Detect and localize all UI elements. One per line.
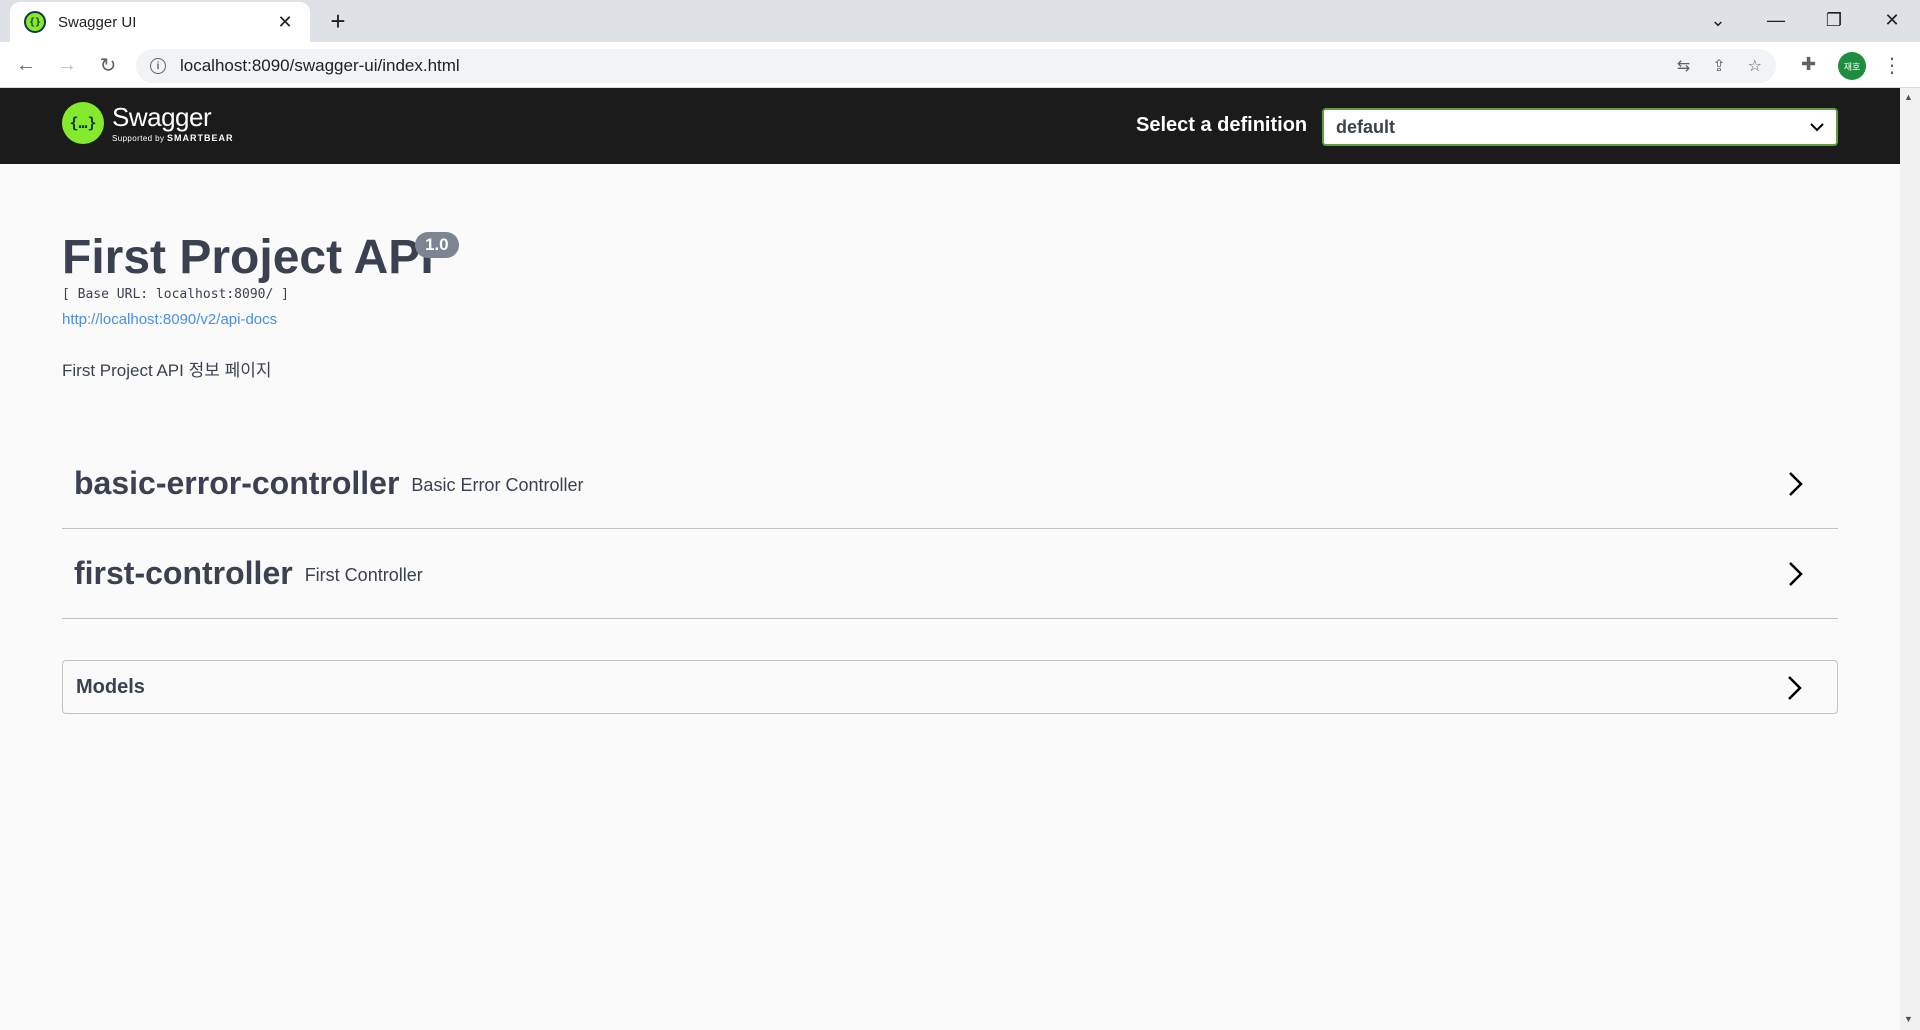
reload-icon[interactable]: ↻ (92, 49, 124, 81)
chevron-right-icon[interactable] (1783, 673, 1807, 703)
version-badge: 1.0 (415, 232, 459, 258)
swagger-logo[interactable]: {…} Swagger Supported by SMARTBEAR (62, 102, 234, 144)
api-docs-link[interactable]: http://localhost:8090/v2/api-docs (62, 311, 277, 328)
back-icon[interactable]: ← (10, 49, 42, 81)
close-window-icon[interactable]: ✕ (1864, 0, 1920, 40)
scroll-up-arrow-icon[interactable]: ▲ (1904, 92, 1913, 102)
url-text[interactable]: localhost:8090/swagger-ui/index.html (180, 56, 460, 76)
browser-toolbar: ← → ↻ i localhost:8090/swagger-ui/index.… (0, 42, 1920, 88)
chevron-right-icon[interactable] (1784, 559, 1808, 589)
tag-name[interactable]: basic-error-controller (74, 465, 399, 502)
bookmark-star-icon[interactable]: ☆ (1748, 56, 1762, 76)
browser-tab[interactable]: {} Swagger UI ✕ (10, 2, 310, 42)
swagger-topbar: {…} Swagger Supported by SMARTBEAR Selec… (0, 88, 1900, 164)
swagger-logo-name: Swagger (112, 102, 212, 132)
translate-icon[interactable]: ⇆ (1677, 56, 1690, 76)
forward-icon[interactable]: → (51, 49, 83, 81)
base-url: [ Base URL: localhost:8090/ ] (62, 287, 289, 302)
site-info-icon[interactable]: i (150, 58, 166, 74)
tag-section-first-controller[interactable]: first-controller First Controller (62, 529, 1838, 619)
tag-name[interactable]: first-controller (74, 555, 293, 592)
tag-description: Basic Error Controller (411, 475, 584, 495)
tab-close-icon[interactable]: ✕ (274, 12, 296, 33)
definition-select-value: default (1336, 116, 1396, 137)
scroll-down-arrow-icon[interactable]: ▼ (1904, 1014, 1913, 1024)
address-bar[interactable]: i localhost:8090/swagger-ui/index.html ⇆… (136, 49, 1776, 83)
swagger-logo-icon: {…} (62, 102, 104, 144)
chevron-right-icon[interactable] (1784, 469, 1808, 499)
tab-search-icon[interactable]: ⌄ (1690, 0, 1746, 40)
page-scrollbar[interactable] (1900, 88, 1920, 1030)
restore-icon[interactable]: ❐ (1806, 0, 1862, 40)
definition-select[interactable]: default (1322, 108, 1838, 146)
new-tab-button[interactable]: + (322, 5, 354, 37)
api-title: First Project API (62, 231, 434, 284)
api-description: First Project API 정보 페이지 (62, 361, 272, 380)
models-title[interactable]: Models (76, 676, 145, 699)
minimize-icon[interactable]: — (1748, 0, 1804, 40)
browser-tabstrip: {} Swagger UI ✕ + ⌄ — ❐ ✕ (0, 0, 1920, 42)
chevron-down-icon (1810, 119, 1824, 135)
tag-section-basic-error-controller[interactable]: basic-error-controller Basic Error Contr… (62, 439, 1838, 529)
extensions-puzzle-icon[interactable]: ✚ (1801, 54, 1816, 75)
browser-menu-icon[interactable]: ⋮ (1880, 52, 1904, 80)
tab-title: Swagger UI (58, 13, 137, 31)
profile-avatar[interactable]: 재호 (1838, 52, 1866, 80)
definition-label: Select a definition (1136, 114, 1308, 136)
swagger-logo-sub: Supported by SMARTBEAR (112, 133, 234, 143)
share-icon[interactable]: ⇪ (1712, 56, 1725, 76)
swagger-favicon-icon: {} (24, 11, 46, 33)
models-section[interactable]: Models (62, 660, 1838, 714)
tag-description: First Controller (304, 565, 423, 585)
